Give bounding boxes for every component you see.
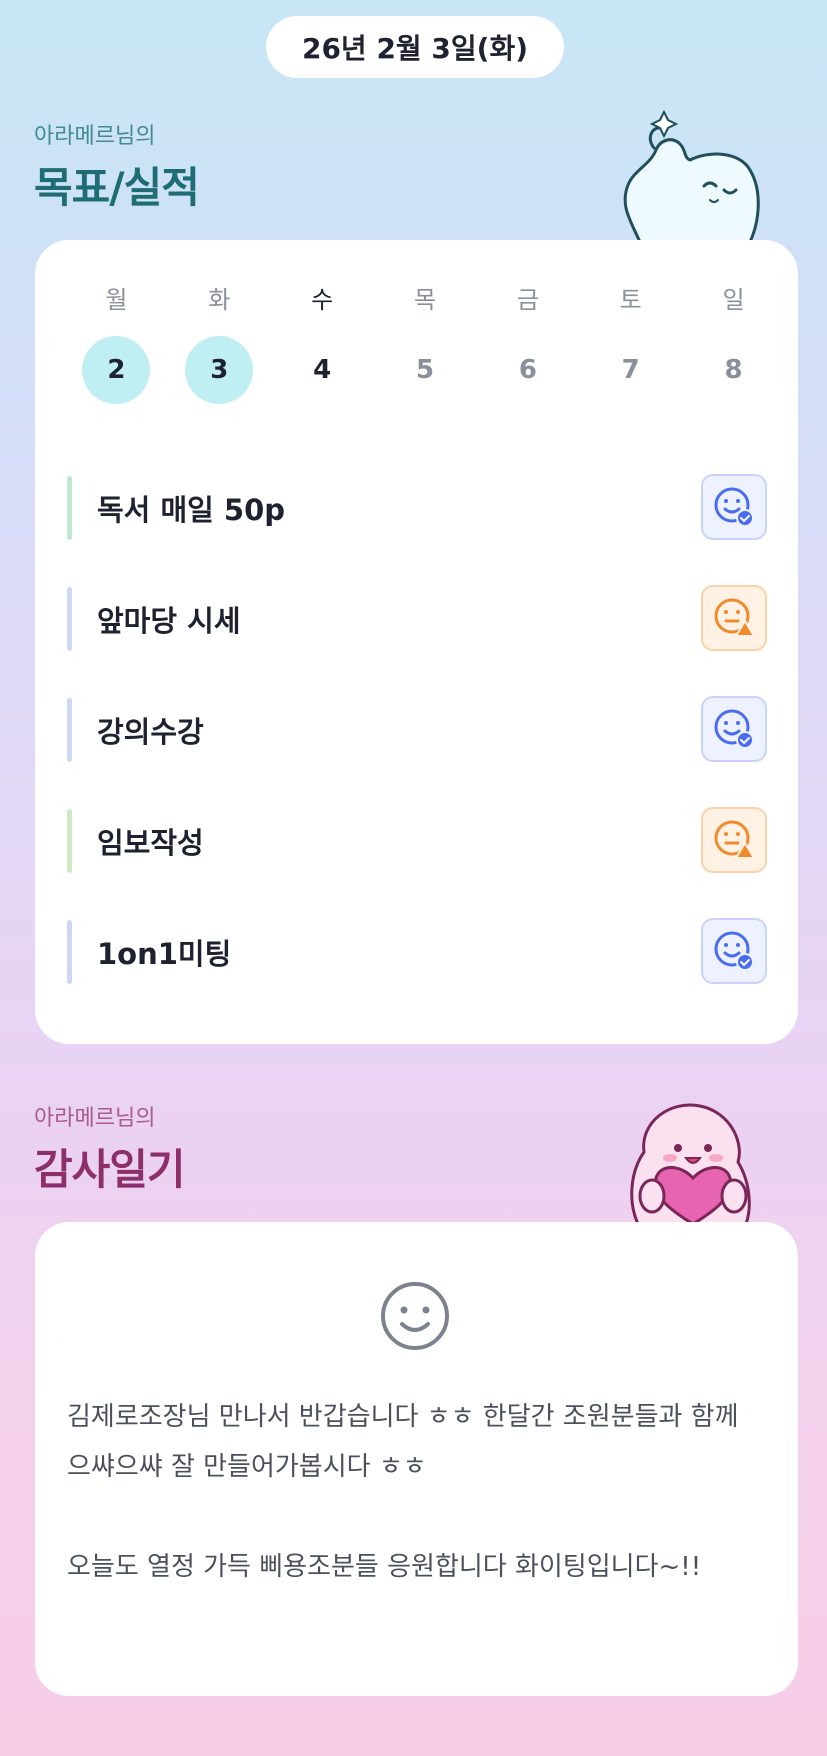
goal-status-button[interactable] <box>701 696 767 762</box>
weekday-label: 수 <box>311 285 334 314</box>
goal-item[interactable]: 강의수강 <box>67 674 767 785</box>
goal-label: 1on1미팅 <box>97 936 232 971</box>
thanks-owner-label: 아라메르님의 <box>34 1106 156 1131</box>
goal-status-button[interactable] <box>701 807 767 873</box>
goal-list: 독서 매일 50p 앞마당 시세 강의수강 임보작성 1on1미팅 <box>67 452 767 1007</box>
goal-label: 독서 매일 50p <box>97 492 286 527</box>
goal-color-bar <box>67 698 72 762</box>
calendar-day-button[interactable]: 6 <box>494 336 562 404</box>
gratitude-diary-card: 김제로조장님 만나서 반갑습니다 ㅎㅎ 한달간 조원분들과 함께 으쌰으쌰 잘 … <box>35 1222 798 1696</box>
goal-label: 임보작성 <box>97 825 204 860</box>
week-calendar: 월 화 수 목 금 토 일 2 3 4 5 6 7 8 <box>65 280 785 406</box>
heart-mascot-icon <box>630 1103 751 1224</box>
thanks-section-title: 감사일기 <box>34 1145 186 1194</box>
goal-label: 앞마당 시세 <box>97 603 241 638</box>
diary-paragraph: 오늘도 열정 가득 삐용조분들 응원합니다 화이팅입니다~!! <box>67 1552 702 1582</box>
date-selector[interactable]: 26년 2월 3일(화) <box>266 16 564 78</box>
smile-check-icon <box>714 931 754 971</box>
goal-status-button[interactable] <box>701 474 767 540</box>
current-date: 26년 2월 3일(화) <box>301 32 529 65</box>
goal-status-button[interactable] <box>701 918 767 984</box>
neutral-warning-icon <box>714 820 756 859</box>
thanks-section-header: 아라메르님의 감사일기 <box>34 1100 186 1197</box>
goal-item[interactable]: 1on1미팅 <box>67 896 767 1007</box>
weekday-label: 월 <box>105 285 128 314</box>
calendar-day-button[interactable]: 7 <box>597 336 665 404</box>
goal-color-bar <box>67 476 72 540</box>
goals-section-title: 목표/실적 <box>34 163 200 212</box>
diary-text: 김제로조장님 만나서 반갑습니다 ㅎㅎ 한달간 조원분들과 함께 으쌰으쌰 잘 … <box>67 1392 767 1592</box>
goal-item[interactable]: 임보작성 <box>67 785 767 896</box>
weekday-label: 금 <box>516 285 539 314</box>
ghost-mascot-icon <box>623 110 760 242</box>
smile-check-icon <box>714 709 754 749</box>
neutral-warning-icon <box>714 598 756 637</box>
goal-item[interactable]: 독서 매일 50p <box>67 452 767 563</box>
weekday-label: 토 <box>619 285 642 314</box>
goal-status-button[interactable] <box>701 585 767 651</box>
goal-item[interactable]: 앞마당 시세 <box>67 563 767 674</box>
goal-color-bar <box>67 587 72 651</box>
calendar-day-button[interactable]: 4 <box>288 336 356 404</box>
goal-label: 강의수강 <box>97 714 204 749</box>
calendar-day-button[interactable]: 5 <box>391 336 459 404</box>
smile-check-icon <box>714 487 754 527</box>
goals-section-header: 아라메르님의 목표/실적 <box>34 118 200 215</box>
weekday-header-row: 월 화 수 목 금 토 일 <box>65 280 785 314</box>
weekday-label: 화 <box>208 285 231 314</box>
calendar-day-button[interactable]: 8 <box>700 336 768 404</box>
diary-paragraph: 김제로조장님 만나서 반갑습니다 ㅎㅎ 한달간 조원분들과 함께 으쌰으쌰 잘 … <box>67 1402 739 1482</box>
goals-owner-label: 아라메르님의 <box>34 124 156 149</box>
calendar-day-button[interactable]: 2 <box>82 336 151 404</box>
weekday-label: 목 <box>413 285 437 314</box>
calendar-day-button[interactable]: 3 <box>185 336 254 404</box>
date-row: 2 3 4 5 6 7 8 <box>65 334 785 406</box>
smile-face-icon <box>381 1282 449 1350</box>
weekday-label: 일 <box>722 285 745 314</box>
goals-card: 월 화 수 목 금 토 일 2 3 4 5 6 7 8 독서 매일 50p 앞마… <box>35 240 798 1044</box>
goal-color-bar <box>67 809 72 873</box>
goal-color-bar <box>67 920 72 984</box>
